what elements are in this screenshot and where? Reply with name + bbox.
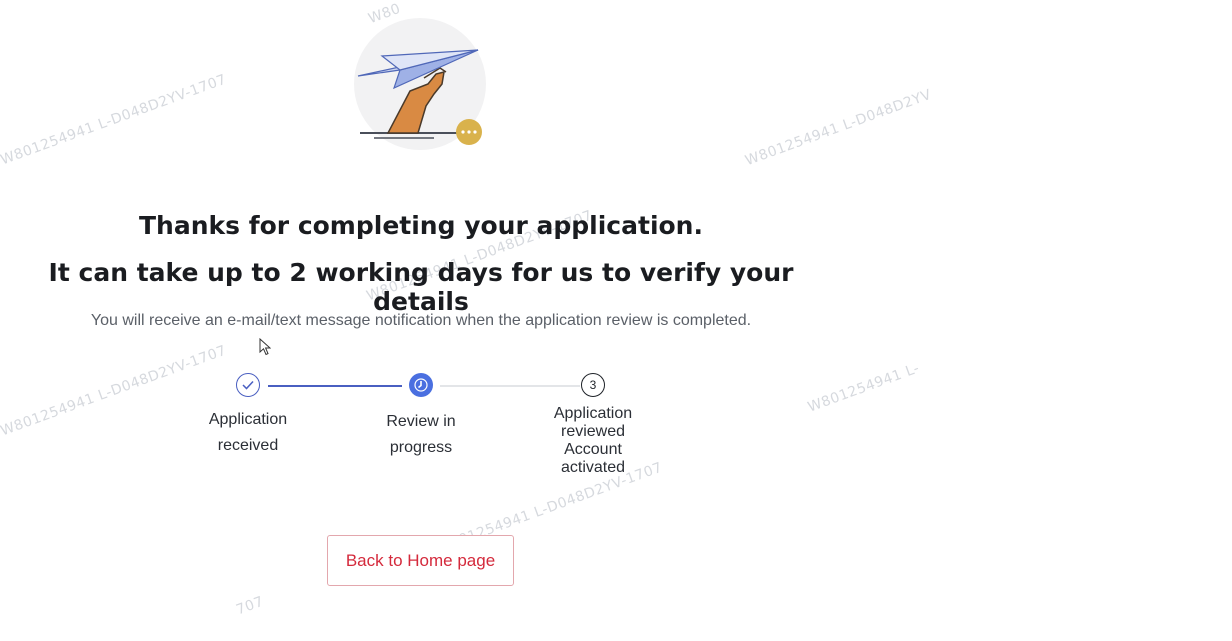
clock-icon (409, 373, 433, 397)
watermark: W801254941 L-D048D2YV (743, 86, 934, 170)
step-label-received: Application received (208, 411, 288, 454)
mouse-cursor-icon (259, 338, 271, 356)
watermark: W801254941 L-D048D2YV-1707 (0, 71, 229, 169)
step-connector-complete (268, 385, 402, 387)
page-title: Thanks for completing your application. (139, 211, 703, 240)
watermark: 707 (234, 593, 267, 619)
submission-illustration (354, 16, 490, 152)
page-subtitle: It can take up to 2 working days for us … (48, 258, 794, 316)
back-to-home-button[interactable]: Back to Home page (327, 535, 514, 586)
paper-plane-hand-icon (354, 18, 486, 150)
watermark: W801254941 L- (805, 360, 922, 416)
step-connector-pending (440, 385, 580, 387)
step-label-review: Review in progress (386, 413, 456, 456)
step-number-badge: 3 (581, 373, 605, 397)
notification-message: You will receive an e-mail/text message … (90, 312, 752, 329)
step-label-activated: Application reviewed Account activated (553, 405, 633, 476)
check-icon (236, 373, 260, 397)
